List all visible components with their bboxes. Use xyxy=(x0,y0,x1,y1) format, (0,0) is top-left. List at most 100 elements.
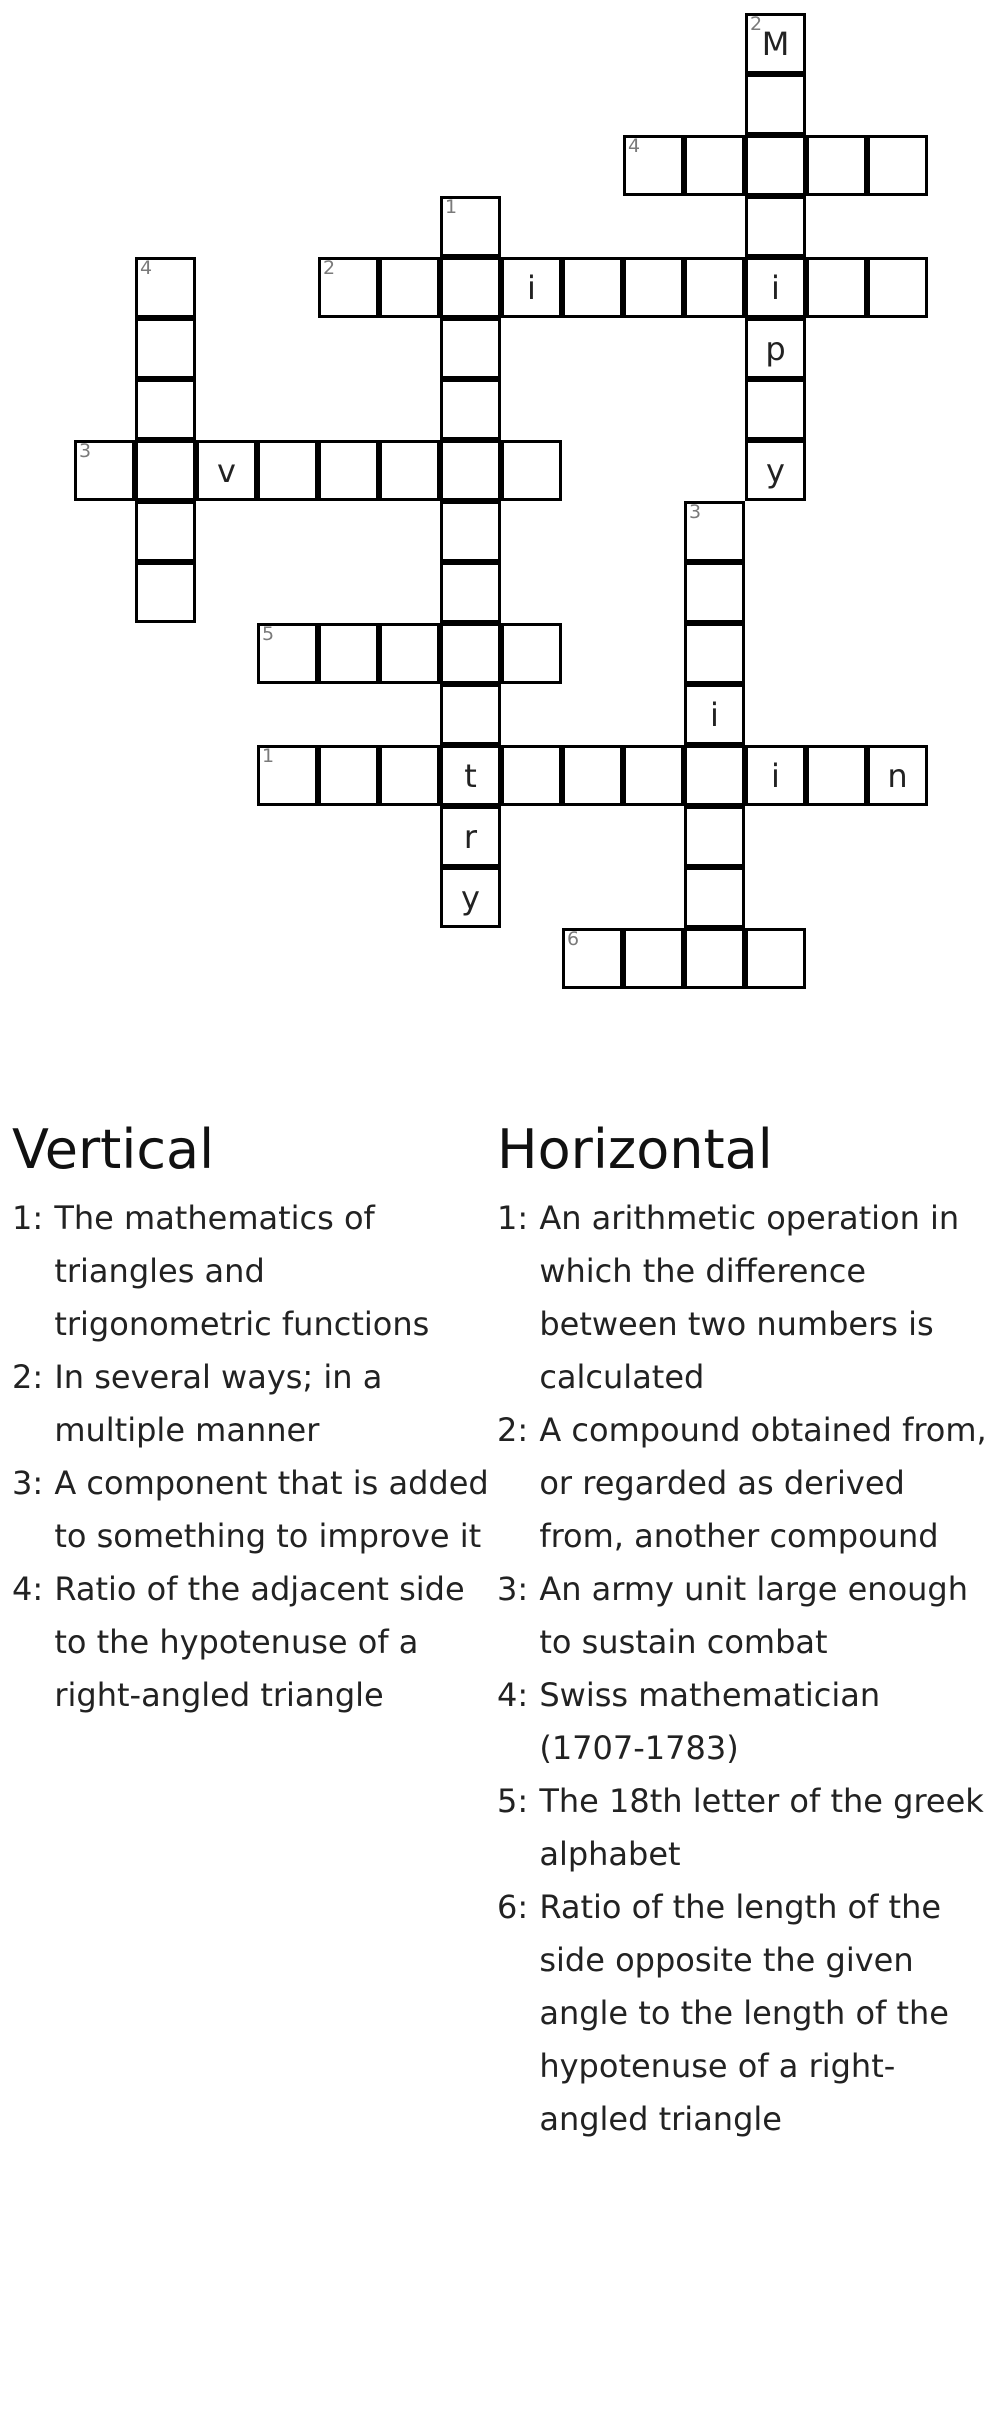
crossword-cell[interactable] xyxy=(379,745,440,806)
cell-letter: y xyxy=(766,451,785,490)
clue-text: A component that is added to something t… xyxy=(54,1464,489,1555)
clue-start-number: 1 xyxy=(445,196,458,218)
horizontal-clue-3: 3: An army unit large enough to sustain … xyxy=(497,1563,992,1669)
crossword-cell[interactable] xyxy=(806,745,867,806)
crossword-cell[interactable] xyxy=(684,135,745,196)
crossword-cell[interactable] xyxy=(867,135,928,196)
clue-text: Ratio of the length of the side opposite… xyxy=(539,1888,949,2138)
crossword-cell[interactable] xyxy=(501,440,562,501)
crossword-cell[interactable] xyxy=(379,623,440,684)
crossword-cell[interactable] xyxy=(135,318,196,379)
crossword-cell[interactable] xyxy=(379,257,440,318)
crossword-cell[interactable] xyxy=(440,379,501,440)
clue-number: 1: xyxy=(497,1199,529,1237)
crossword-cell[interactable]: 3 xyxy=(74,440,135,501)
crossword-cell[interactable] xyxy=(501,745,562,806)
crossword-cell[interactable]: 1 xyxy=(257,745,318,806)
crossword-cell[interactable] xyxy=(562,745,623,806)
crossword-cell[interactable] xyxy=(745,196,806,257)
vertical-clue-1: 1: The mathematics of triangles and trig… xyxy=(12,1192,492,1351)
crossword-cell[interactable]: 4 xyxy=(623,135,684,196)
crossword-cell[interactable] xyxy=(318,623,379,684)
clue-text: The 18th letter of the greek alphabet xyxy=(539,1782,984,1873)
clue-text: A compound obtained from, or regarded as… xyxy=(539,1411,987,1555)
crossword-cell[interactable] xyxy=(745,928,806,989)
crossword-cell[interactable]: 2M xyxy=(745,13,806,74)
crossword-cell[interactable] xyxy=(135,440,196,501)
clue-start-number: 3 xyxy=(79,440,92,462)
crossword-cell[interactable] xyxy=(684,928,745,989)
vertical-clues-section: Vertical 1: The mathematics of triangles… xyxy=(12,1118,492,1722)
vertical-clue-4: 4: Ratio of the adjacent side to the hyp… xyxy=(12,1563,492,1722)
clue-text: Ratio of the adjacent side to the hypote… xyxy=(54,1570,465,1714)
crossword-cell[interactable] xyxy=(684,867,745,928)
crossword-cell[interactable] xyxy=(440,623,501,684)
crossword-cell[interactable] xyxy=(623,928,684,989)
crossword-cell[interactable] xyxy=(440,684,501,745)
cell-letter: n xyxy=(887,756,908,795)
crossword-cell[interactable] xyxy=(440,318,501,379)
clue-start-number: 4 xyxy=(140,257,153,279)
crossword-cell[interactable] xyxy=(379,440,440,501)
crossword-cell[interactable] xyxy=(562,257,623,318)
crossword-cell[interactable] xyxy=(501,623,562,684)
crossword-cell[interactable] xyxy=(440,440,501,501)
crossword-cell[interactable]: v xyxy=(196,440,257,501)
crossword-cell[interactable] xyxy=(684,745,745,806)
crossword-cell[interactable]: y xyxy=(440,867,501,928)
clue-number: 2: xyxy=(497,1411,529,1449)
crossword-cell[interactable]: 2 xyxy=(318,257,379,318)
crossword-cell[interactable]: 6 xyxy=(562,928,623,989)
crossword-cell[interactable] xyxy=(440,257,501,318)
crossword-cell[interactable] xyxy=(806,257,867,318)
crossword-cell[interactable] xyxy=(867,257,928,318)
crossword-cell[interactable] xyxy=(684,257,745,318)
clue-text: The mathematics of triangles and trigono… xyxy=(54,1199,430,1343)
horizontal-clues-section: Horizontal 1: An arithmetic operation in… xyxy=(497,1118,992,2146)
crossword-cell[interactable] xyxy=(806,135,867,196)
crossword-cell[interactable] xyxy=(745,74,806,135)
crossword-cell[interactable]: i xyxy=(745,745,806,806)
clue-number: 6: xyxy=(497,1888,529,1926)
crossword-cell[interactable] xyxy=(318,745,379,806)
crossword-cell[interactable]: n xyxy=(867,745,928,806)
crossword-cell[interactable] xyxy=(440,562,501,623)
crossword-cell[interactable]: 3 xyxy=(684,501,745,562)
crossword-cell[interactable]: 1 xyxy=(440,196,501,257)
crossword-grid: 2M4142iip3vy35i1tinry6 xyxy=(0,0,1000,1000)
crossword-cell[interactable] xyxy=(135,562,196,623)
crossword-cell[interactable]: r xyxy=(440,806,501,867)
clue-start-number: 2 xyxy=(323,257,336,279)
clue-number: 3: xyxy=(12,1464,44,1502)
crossword-cell[interactable] xyxy=(745,135,806,196)
horizontal-clue-1: 1: An arithmetic operation in which the … xyxy=(497,1192,992,1404)
clue-number: 2: xyxy=(12,1358,44,1396)
crossword-cell[interactable] xyxy=(684,806,745,867)
cell-letter: M xyxy=(761,24,790,63)
crossword-cell[interactable]: i xyxy=(745,257,806,318)
clue-number: 4: xyxy=(497,1676,529,1714)
cell-letter: t xyxy=(464,756,477,795)
cell-letter: i xyxy=(771,756,780,795)
crossword-cell[interactable]: y xyxy=(745,440,806,501)
cell-letter: i xyxy=(771,268,780,307)
crossword-cell[interactable] xyxy=(135,501,196,562)
clue-text: Swiss mathematician (1707-1783) xyxy=(539,1676,881,1767)
crossword-cell[interactable]: t xyxy=(440,745,501,806)
crossword-cell[interactable] xyxy=(440,501,501,562)
crossword-cell[interactable]: i xyxy=(684,684,745,745)
crossword-cell[interactable] xyxy=(684,623,745,684)
crossword-cell[interactable] xyxy=(135,379,196,440)
crossword-cell[interactable]: p xyxy=(745,318,806,379)
crossword-cell[interactable] xyxy=(623,257,684,318)
clue-text: In several ways; in a multiple manner xyxy=(54,1358,383,1449)
crossword-cell[interactable]: 5 xyxy=(257,623,318,684)
crossword-cell[interactable] xyxy=(745,379,806,440)
crossword-cell[interactable] xyxy=(623,745,684,806)
crossword-cell[interactable] xyxy=(684,562,745,623)
crossword-cell[interactable]: 4 xyxy=(135,257,196,318)
crossword-cell[interactable] xyxy=(257,440,318,501)
crossword-cell[interactable]: i xyxy=(501,257,562,318)
crossword-cell[interactable] xyxy=(318,440,379,501)
clue-number: 5: xyxy=(497,1782,529,1820)
